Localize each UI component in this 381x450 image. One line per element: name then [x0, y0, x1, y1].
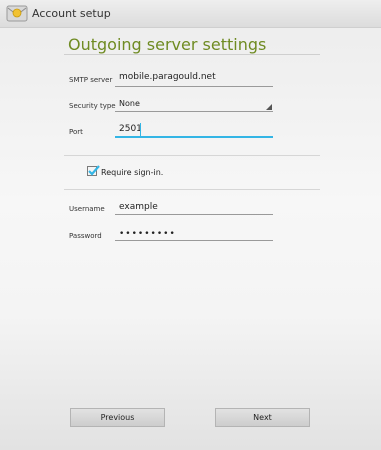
password-label: Password	[69, 232, 102, 240]
section-divider	[64, 155, 320, 156]
spinner-dropdown-icon[interactable]	[266, 104, 272, 110]
password-input[interactable]: •••••••••	[119, 229, 176, 239]
password-underline	[115, 240, 273, 241]
action-bar: Account setup	[0, 0, 381, 28]
username-input[interactable]: example	[119, 202, 158, 212]
smtp-server-input[interactable]: mobile.paragould.net	[119, 72, 216, 82]
username-underline	[115, 214, 273, 215]
smtp-server-label: SMTP server	[69, 76, 113, 84]
page-title: Outgoing server settings	[68, 35, 267, 54]
username-label: Username	[69, 205, 105, 213]
port-underline-focused	[115, 136, 273, 138]
app-title: Account setup	[32, 7, 111, 20]
security-type-underline	[115, 111, 273, 112]
security-type-label: Security type	[69, 102, 116, 110]
port-label: Port	[69, 128, 83, 136]
require-signin-label[interactable]: Require sign-in.	[101, 168, 163, 177]
email-envelope-icon[interactable]	[6, 4, 28, 24]
security-type-select[interactable]: None	[119, 99, 140, 108]
section-divider	[64, 189, 320, 190]
heading-divider	[64, 54, 320, 55]
previous-button[interactable]: Previous	[70, 408, 165, 427]
text-cursor	[140, 123, 141, 136]
checkmark-icon	[88, 165, 100, 176]
require-signin-checkbox[interactable]	[87, 165, 100, 176]
next-button[interactable]: Next	[215, 408, 310, 427]
port-input[interactable]: 2501	[119, 124, 142, 134]
smtp-server-underline	[115, 86, 273, 87]
